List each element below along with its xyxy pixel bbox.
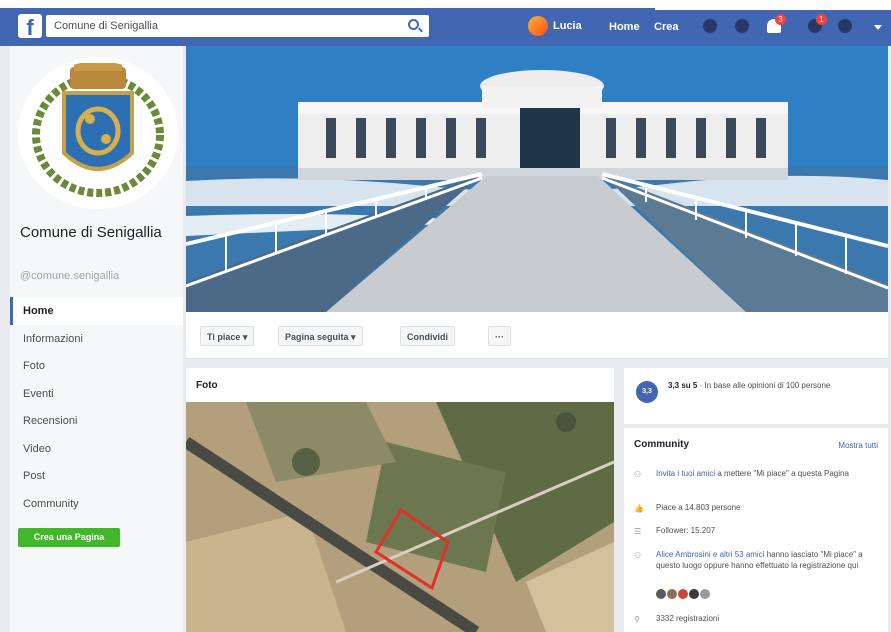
likes-row: 👍 Piace a 14.803 persone	[634, 502, 878, 513]
nav-item-informazioni[interactable]: Informazioni	[10, 325, 183, 353]
nav-item-eventi[interactable]: Eventi	[10, 380, 183, 408]
photos-panel: Foto	[186, 368, 614, 632]
nav-item-foto[interactable]: Foto	[10, 352, 183, 380]
friend-avatar[interactable]	[667, 589, 677, 599]
likes-count: Piace a 14.803 persone	[656, 503, 741, 512]
nav-item-post[interactable]: Post	[10, 462, 183, 490]
more-options-button[interactable]: ···	[488, 326, 511, 346]
create-page-button[interactable]: Crea una Pagina	[18, 528, 120, 547]
friends-icon: ⚇	[634, 551, 642, 560]
followers-row: ☰ Follower: 15.207	[634, 525, 878, 536]
checkin-pin-icon: ⚲	[634, 615, 640, 624]
invite-people-icon: ⚇	[634, 470, 642, 479]
notifications-bell-icon[interactable]: 3	[764, 14, 786, 35]
aerial-photo-image	[186, 402, 614, 632]
page-action-bar: Ti piace ▾ Pagina seguita ▾ Condividi ··…	[186, 312, 888, 359]
user-name: Lucia	[553, 20, 582, 32]
see-all-link[interactable]: Mostra tutti	[838, 441, 878, 450]
rating-text: 3,3 su 5 · In base alle opinioni di 100 …	[668, 380, 878, 391]
rating-score-circle: 3,3	[636, 381, 658, 403]
nav-item-home[interactable]: Home	[10, 297, 183, 325]
create-link[interactable]: Crea	[654, 21, 678, 33]
friend-requests-badge: 1	[816, 14, 827, 25]
followers-icon: ☰	[634, 527, 642, 536]
share-button[interactable]: Condividi	[400, 326, 455, 346]
search-input[interactable]: Comune di Senigallia	[46, 15, 429, 37]
like-label: Ti piace	[207, 332, 241, 342]
friend-avatar[interactable]	[689, 589, 699, 599]
photos-title[interactable]: Foto	[186, 368, 614, 402]
friend-avatar[interactable]	[700, 589, 710, 599]
find-friends-icon[interactable]	[700, 17, 720, 35]
search-value: Comune di Senigallia	[54, 20, 158, 32]
rating-card[interactable]: 3,3 3,3 su 5 · In base alle opinioni di …	[624, 368, 888, 424]
invite-friends-link[interactable]: Invita i tuoi amici	[656, 469, 715, 478]
facebook-logo-icon[interactable]: f	[18, 14, 42, 38]
account-menu-chevron-down-icon[interactable]	[874, 25, 882, 30]
help-icon[interactable]	[835, 17, 855, 35]
nav-item-recensioni[interactable]: Recensioni	[10, 407, 183, 435]
invite-friends-row: ⚇ Invita i tuoi amici a mettere "Mi piac…	[634, 468, 878, 479]
followers-count: Follower: 15.207	[656, 526, 716, 535]
white-corner	[655, 0, 891, 10]
invite-text: a mettere "Mi piace" a questa Pagina	[715, 469, 849, 478]
follow-button[interactable]: Pagina seguita ▾	[278, 326, 363, 346]
friend-avatar[interactable]	[656, 589, 666, 599]
friends-liked-row: ⚇ Alice Ambrosini e altri 53 amici hanno…	[634, 549, 878, 571]
friends-liked-link[interactable]: Alice Ambrosini e altri 53 amici	[656, 550, 764, 559]
notification-badge: 3	[775, 14, 786, 25]
friend-avatar[interactable]	[678, 589, 688, 599]
home-link[interactable]: Home	[609, 21, 640, 33]
community-card: Community Mostra tutti ⚇ Invita i tuoi a…	[624, 428, 888, 632]
page-navigation: Home Informazioni Foto Eventi Recensioni…	[10, 297, 183, 517]
cover-photo[interactable]	[186, 46, 888, 312]
page-username[interactable]: @comune.senigallia	[20, 270, 119, 282]
friends-facepile[interactable]	[656, 589, 710, 599]
rating-value: 3,3 su 5	[668, 381, 698, 390]
follow-label: Pagina seguita	[285, 332, 349, 342]
thumbs-up-icon: 👍	[634, 504, 644, 513]
cover-photo-image	[186, 46, 888, 312]
profile-picture-coat-of-arms[interactable]	[18, 57, 178, 209]
profile-link[interactable]: Lucia	[528, 16, 582, 36]
page-title: Comune di Senigallia	[20, 224, 162, 241]
avatar	[528, 16, 548, 36]
search-icon[interactable]	[408, 19, 419, 30]
nav-item-video[interactable]: Video	[10, 435, 183, 463]
share-label: Condividi	[407, 332, 448, 342]
nav-item-community[interactable]: Community	[10, 490, 183, 518]
messenger-icon[interactable]	[732, 17, 752, 35]
checkins-row: ⚲ 3332 registrazioni	[634, 613, 878, 624]
community-title: Community	[634, 439, 689, 450]
rating-description: · In base alle opinioni di 100 persone	[697, 381, 831, 390]
coat-of-arms-icon	[32, 63, 164, 197]
friend-requests-icon[interactable]: 1	[805, 14, 827, 35]
checkins-count: 3332 registrazioni	[656, 614, 720, 623]
aerial-map-photo[interactable]	[186, 402, 614, 632]
top-navigation-bar: f Comune di Senigallia Lucia Home Crea 3…	[0, 0, 891, 46]
like-button[interactable]: Ti piace ▾	[200, 326, 255, 346]
